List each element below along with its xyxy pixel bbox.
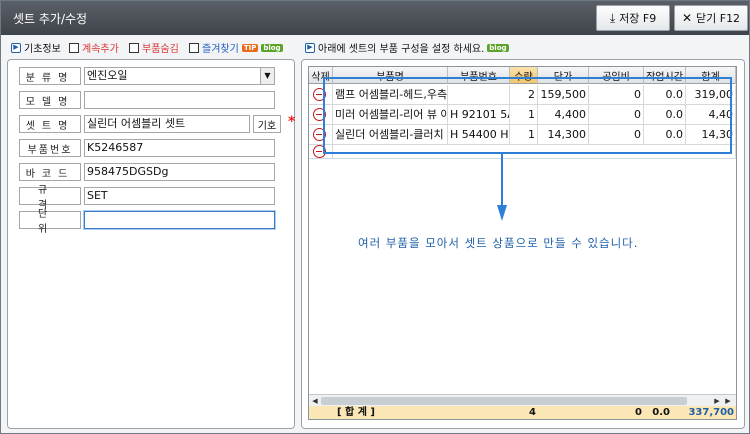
save-button[interactable]: ⤓ 저장 F9: [596, 5, 670, 31]
instruction-text: 아래에 셋트의 부품 구성을 설정 하세요.: [318, 44, 485, 55]
continue-add-checkbox[interactable]: 계속추가: [69, 40, 119, 55]
hide-parts-checkbox[interactable]: 부품숨김: [129, 40, 179, 55]
barcode-row: 바코드 958475DGSDg: [19, 163, 284, 181]
instruction-row: ▶ 아래에 셋트의 부품 구성을 설정 하세요. blog: [305, 40, 509, 55]
set-name-input[interactable]: 실린더 어셈블리 셋트: [84, 115, 250, 133]
scroll-right-icon[interactable]: ▶: [712, 396, 722, 406]
window-title: 셋트 추가/수정: [13, 12, 88, 26]
download-icon: ⤓: [609, 10, 616, 25]
favorites-label: 즐겨찾기: [202, 44, 239, 55]
annotation-overlay: [323, 77, 732, 221]
category-select[interactable]: 엔진오일 ▼: [84, 67, 275, 85]
checkbox-icon: [129, 42, 139, 53]
symbol-button[interactable]: 기호: [253, 115, 281, 133]
close-icon: ✕: [681, 11, 692, 25]
continue-add-label: 계속추가: [82, 44, 119, 55]
selection-highlight-box: [323, 77, 732, 154]
tip-badge[interactable]: TIP: [241, 43, 259, 52]
set-edit-window: 셋트 추가/수정 ⤓ 저장 F9 ✕ 닫기 F12 ▶ 기초정보 계속추가 부품…: [0, 0, 750, 434]
total-qty: 4: [529, 407, 536, 418]
category-label: 분류명: [19, 67, 81, 85]
model-label: 모델명: [19, 91, 81, 109]
unit-label: 단위: [19, 209, 81, 235]
close-button[interactable]: ✕ 닫기 F12: [674, 5, 748, 31]
total-labor: 0: [635, 407, 642, 418]
hide-parts-label: 부품숨김: [142, 44, 179, 55]
barcode-label: 바코드: [19, 163, 81, 181]
model-input[interactable]: [84, 91, 275, 109]
form-panel: 분류명 엔진오일 ▼ 모델명 셋트명 실린더 어셈블리 셋트 기호 * 부품번호…: [7, 59, 295, 429]
unit-input[interactable]: [84, 211, 275, 229]
required-mark: *: [288, 114, 296, 130]
arrow-right-icon: ▶: [11, 42, 21, 53]
spec-input[interactable]: SET: [84, 187, 275, 205]
checkbox-icon: [69, 42, 79, 53]
title-bar: 셋트 추가/수정 ⤓ 저장 F9 ✕ 닫기 F12: [1, 1, 749, 35]
part-no-input[interactable]: K5246587: [84, 139, 275, 157]
spec-label: 규격: [19, 185, 81, 211]
checkbox-icon: [189, 42, 199, 53]
part-no-row: 부품번호 K5246587: [19, 139, 284, 157]
annotation-arrow-head: [497, 205, 507, 221]
model-row: 모델명: [19, 91, 284, 109]
spec-row: 규격 SET: [19, 185, 284, 211]
category-value: 엔진오일: [87, 69, 128, 82]
basic-info-link[interactable]: ▶ 기초정보: [11, 40, 61, 55]
total-work-time: 0.0: [652, 407, 670, 418]
unit-row: 단위: [19, 209, 284, 235]
close-button-label: 닫기 F12: [696, 12, 741, 25]
blog-badge[interactable]: blog: [261, 43, 283, 52]
hint-text: 여러 부품을 모아서 셋트 상품으로 만들 수 있습니다.: [358, 236, 639, 250]
basic-info-label: 기초정보: [24, 44, 61, 55]
scroll-right-end-icon[interactable]: ▶: [723, 396, 733, 406]
options-bar: ▶ 기초정보 계속추가 부품숨김 즐겨찾기 TIP blog ▶ 아래에 셋트의…: [1, 35, 749, 57]
horizontal-scrollbar[interactable]: ◀ ▶ ▶: [309, 394, 736, 406]
category-row: 분류명 엔진오일 ▼: [19, 67, 284, 85]
favorites-checkbox[interactable]: 즐겨찾기 TIP blog: [189, 40, 283, 55]
chevron-down-icon[interactable]: ▼: [260, 68, 274, 84]
arrow-right-icon: ▶: [305, 42, 315, 53]
set-name-row: 셋트명 실린더 어셈블리 셋트 기호 *: [19, 114, 295, 133]
total-amount: 337,700: [688, 407, 734, 418]
barcode-input[interactable]: 958475DGSDg: [84, 163, 275, 181]
total-row: [ 합 계 ] 4 0 0.0 337,700: [309, 406, 736, 419]
set-name-label: 셋트명: [19, 115, 81, 133]
total-label: [ 합 계 ]: [337, 407, 375, 418]
scroll-left-icon[interactable]: ◀: [310, 396, 320, 406]
scrollbar-thumb[interactable]: [321, 397, 687, 405]
part-no-label: 부품번호: [19, 139, 81, 157]
save-button-label: 저장 F9: [619, 12, 657, 25]
blog-badge[interactable]: blog: [487, 43, 509, 52]
